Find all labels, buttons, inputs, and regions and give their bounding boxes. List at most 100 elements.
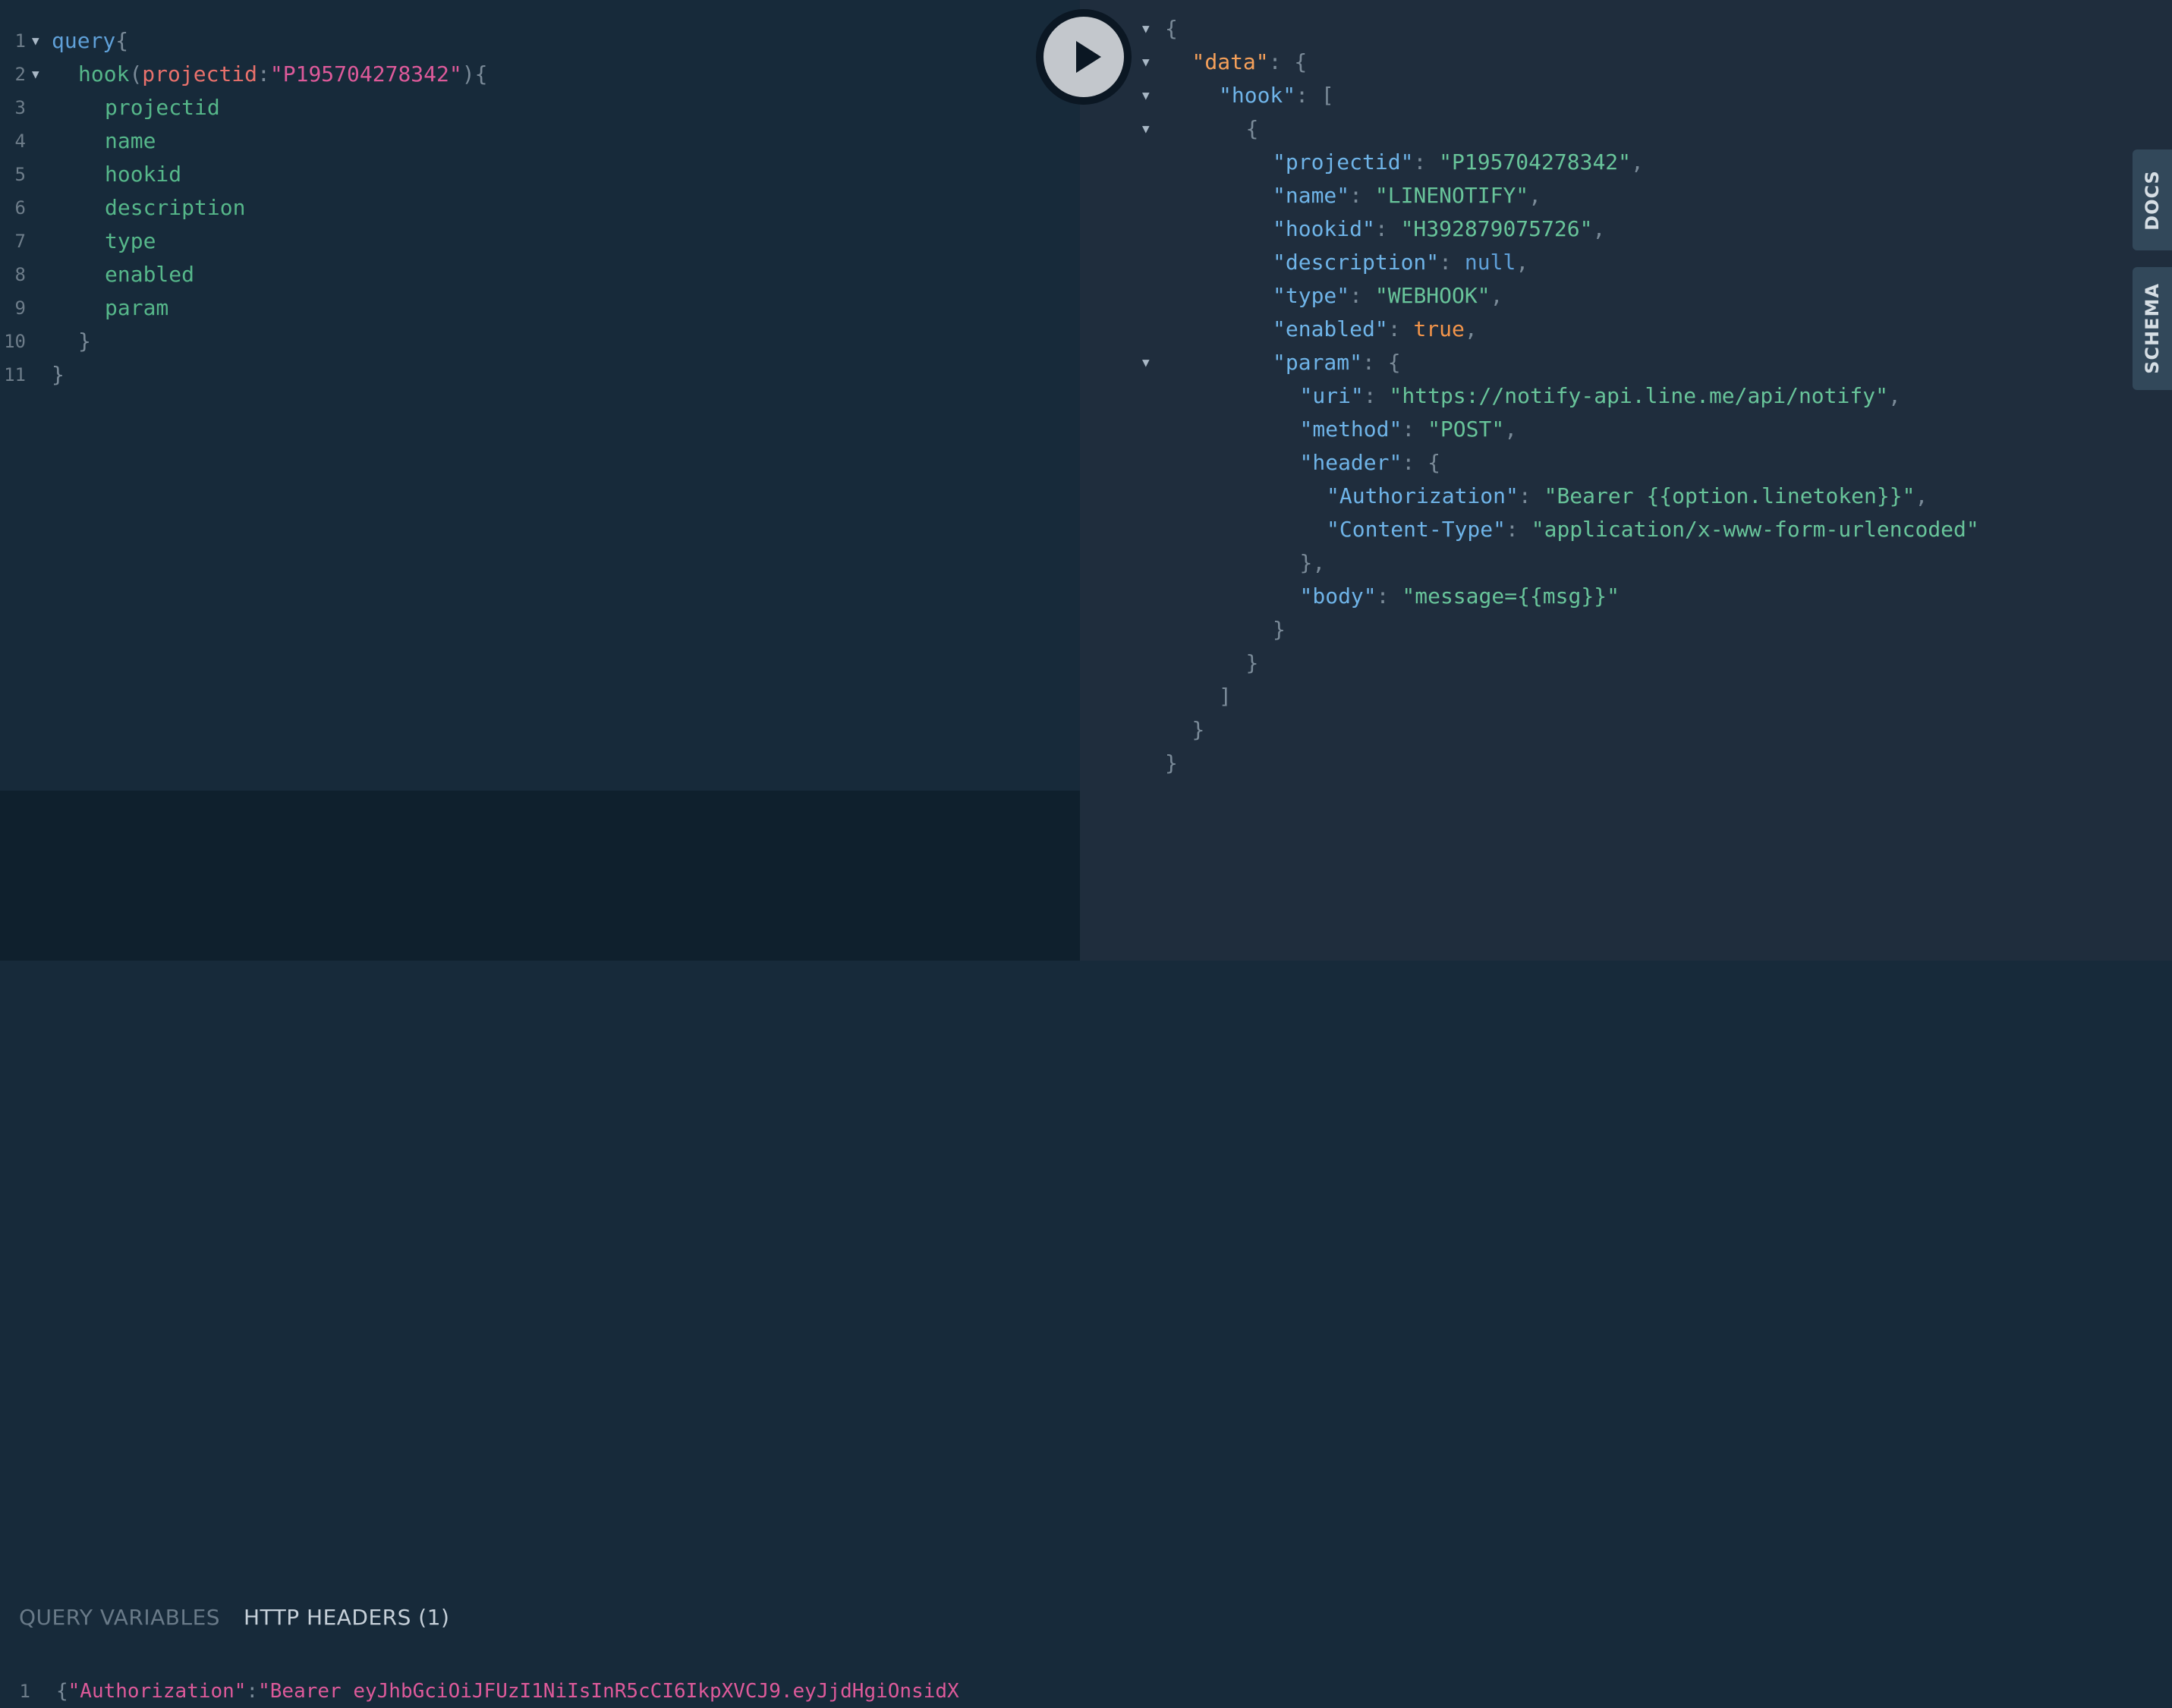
result-line: "hookid": "H392879075726", <box>1273 212 1605 246</box>
code-token: : <box>1376 583 1402 609</box>
line-number: 5 <box>14 164 26 185</box>
code-line: hookid <box>105 158 181 191</box>
code-token: , <box>1631 149 1644 175</box>
result-line: { <box>1165 12 1178 46</box>
code-token: query <box>52 28 116 53</box>
code-line: {"Authorization":"Bearer eyJhbGciOiJFUzI… <box>56 1675 959 1708</box>
code-token: } <box>78 329 91 354</box>
code-token: , <box>1915 483 1928 508</box>
line-number: 8 <box>14 264 26 285</box>
result-line: "enabled": true, <box>1273 313 1478 346</box>
schema-tab[interactable]: SCHEMA <box>2133 267 2172 390</box>
line-number: 1 <box>14 30 26 52</box>
code-token: enabled <box>105 262 195 287</box>
code-token: type <box>105 228 156 253</box>
code-token: : <box>1439 250 1465 275</box>
code-line: param <box>105 291 168 325</box>
line-number: 7 <box>14 231 26 252</box>
code-token: : { <box>1268 49 1308 74</box>
code-token: "POST" <box>1428 417 1505 442</box>
schema-tab-label: SCHEMA <box>2142 283 2163 374</box>
code-line: enabled <box>105 258 194 291</box>
code-token: , <box>1887 383 1901 408</box>
code-token: hook <box>78 61 130 87</box>
line-number: 6 <box>14 197 26 219</box>
line-number: 4 <box>14 131 26 152</box>
http-headers-editor[interactable]: 1 {"Authorization":"Bearer eyJhbGciOiJFUz… <box>0 1675 1080 1708</box>
result-line: } <box>1273 613 1286 646</box>
code-line: } <box>78 325 91 358</box>
code-token: projectid <box>142 61 258 87</box>
code-line: query{ <box>52 24 128 58</box>
result-line: "uri": "https://notify-api.line.me/api/n… <box>1300 379 1901 413</box>
result-line: } <box>1165 747 1178 780</box>
code-line: description <box>105 191 245 225</box>
tab-http-headers[interactable]: HTTP HEADERS (1) <box>244 1603 450 1633</box>
run-button[interactable] <box>1044 17 1124 97</box>
play-icon <box>1076 41 1101 73</box>
line-number: 3 <box>14 97 26 118</box>
code-token: "Bearer {{option.linetoken}}" <box>1544 483 1915 508</box>
code-line: type <box>105 225 156 258</box>
code-line: name <box>105 124 156 158</box>
fold-toggle-icon[interactable]: ▼ <box>1142 12 1150 46</box>
fold-toggle-icon[interactable]: ▼ <box>32 24 39 58</box>
code-token: , <box>1504 417 1518 442</box>
result-line: "description": null, <box>1273 246 1528 279</box>
tab-query-variables[interactable]: QUERY VARIABLES <box>19 1603 220 1633</box>
code-token: "application/x-www-form-urlencoded" <box>1531 517 1979 542</box>
bottom-panel: QUERY VARIABLES HTTP HEADERS (1) 1 {"Auth… <box>0 791 1080 1703</box>
code-token: : <box>1518 483 1544 508</box>
result-line: }, <box>1300 546 1326 580</box>
code-token: : <box>1349 283 1375 308</box>
fold-toggle-icon[interactable]: ▼ <box>1142 46 1150 79</box>
code-token: hookid <box>105 162 182 187</box>
code-token: param <box>105 295 169 320</box>
code-token: "data" <box>1191 49 1269 74</box>
result-pane: ▼{▼ "data": {▼ "hook": [▼{"projectid": "P1… <box>1080 0 2172 961</box>
code-token: "uri" <box>1299 383 1364 408</box>
line-number: 10 <box>4 331 26 352</box>
code-token: "method" <box>1299 417 1402 442</box>
result-line: } <box>1192 713 1205 747</box>
result-line: "Content-Type": "application/x-www-form-… <box>1327 513 1979 546</box>
result-line: "Authorization": "Bearer {{option.lineto… <box>1327 480 1928 513</box>
code-token: "projectid" <box>1273 149 1414 175</box>
code-token: , <box>1490 283 1503 308</box>
code-token: : <box>257 61 270 87</box>
result-line: { <box>1246 112 1259 146</box>
code-token: : <box>1413 149 1440 175</box>
code-token: } <box>1245 650 1259 675</box>
code-token: "WEBHOOK" <box>1374 283 1490 308</box>
code-token: description <box>105 195 246 220</box>
code-token: "LINENOTIFY" <box>1374 183 1529 208</box>
code-token: : <box>1363 383 1390 408</box>
code-token: "name" <box>1273 183 1350 208</box>
fold-toggle-icon[interactable]: ▼ <box>1142 79 1150 112</box>
line-number: 1 <box>19 1681 30 1702</box>
code-token: }, <box>1299 550 1326 575</box>
code-token: ( <box>129 61 143 87</box>
code-token: { <box>56 1680 68 1703</box>
code-token: "message={{msg}}" <box>1402 583 1620 609</box>
code-token: { <box>115 28 129 53</box>
docs-tab-label: DOCS <box>2142 169 2163 231</box>
result-line: "hook": [ <box>1219 79 1334 112</box>
line-number: 11 <box>4 364 26 385</box>
line-number: 9 <box>14 297 26 319</box>
fold-toggle-icon[interactable]: ▼ <box>1142 112 1150 146</box>
code-token: projectid <box>105 95 220 120</box>
code-token: : { <box>1402 450 1440 475</box>
query-editor[interactable]: 1 ▼ query{2 ▼ hook(projectid:"P195704278342"… <box>0 0 1080 791</box>
result-line: "data": { <box>1192 46 1308 79</box>
code-token: { <box>1165 16 1178 41</box>
line-number: 2 <box>14 64 26 85</box>
code-token: "body" <box>1299 583 1377 609</box>
fold-toggle-icon[interactable]: ▼ <box>1142 346 1150 379</box>
code-token: name <box>105 128 156 153</box>
code-token: { <box>1245 116 1259 141</box>
code-token: "Content-Type" <box>1327 517 1506 542</box>
code-token: "Bearer eyJhbGciOiJFUzI1NiIsInR5cCI6IkpX… <box>258 1680 959 1703</box>
docs-tab[interactable]: DOCS <box>2133 149 2172 250</box>
fold-toggle-icon[interactable]: ▼ <box>32 58 39 91</box>
